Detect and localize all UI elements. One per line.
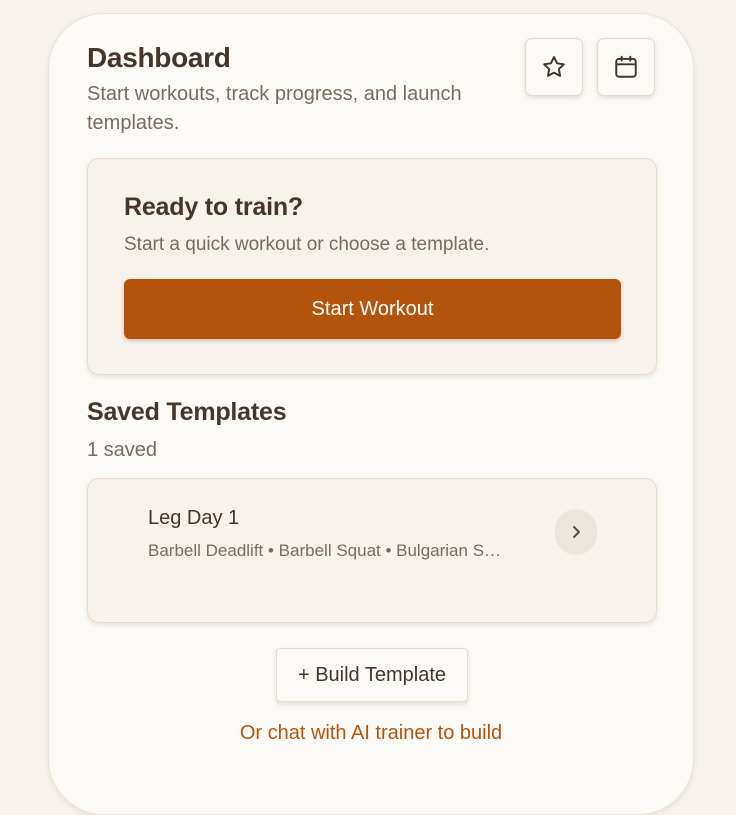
hero-subtitle: Start a quick workout or choose a templa… <box>124 234 490 255</box>
saved-templates-count: 1 saved <box>87 439 158 461</box>
start-workout-card: Ready to train? Start a quick workout or… <box>87 158 657 375</box>
open-template-button[interactable] <box>555 509 597 555</box>
chevron-right-icon <box>573 526 580 538</box>
page-subtitle: Start workouts, track progress, and laun… <box>87 83 462 134</box>
favorites-button[interactable] <box>525 38 583 96</box>
build-template-button[interactable]: + Build Template <box>276 648 468 702</box>
saved-templates-heading: Saved Templates <box>87 398 287 426</box>
star-icon <box>543 56 565 77</box>
hero-title: Ready to train? <box>124 193 303 221</box>
ai-trainer-link[interactable]: Or chat with AI trainer to build <box>49 722 693 745</box>
template-exercises: Barbell Deadlift • Barbell Squat • Bulga… <box>148 541 502 560</box>
page-header: Dashboard Start workouts, track progress… <box>87 40 497 138</box>
template-name: Leg Day 1 <box>148 507 240 529</box>
template-card-leg-day-1[interactable]: Leg Day 1 Barbell Deadlift • Barbell Squ… <box>87 478 657 623</box>
page-title: Dashboard <box>87 42 231 73</box>
dashboard-panel: Dashboard Start workouts, track progress… <box>48 13 694 815</box>
calendar-button[interactable] <box>597 38 655 96</box>
start-workout-button[interactable]: Start Workout <box>124 279 621 339</box>
calendar-icon <box>615 55 637 78</box>
